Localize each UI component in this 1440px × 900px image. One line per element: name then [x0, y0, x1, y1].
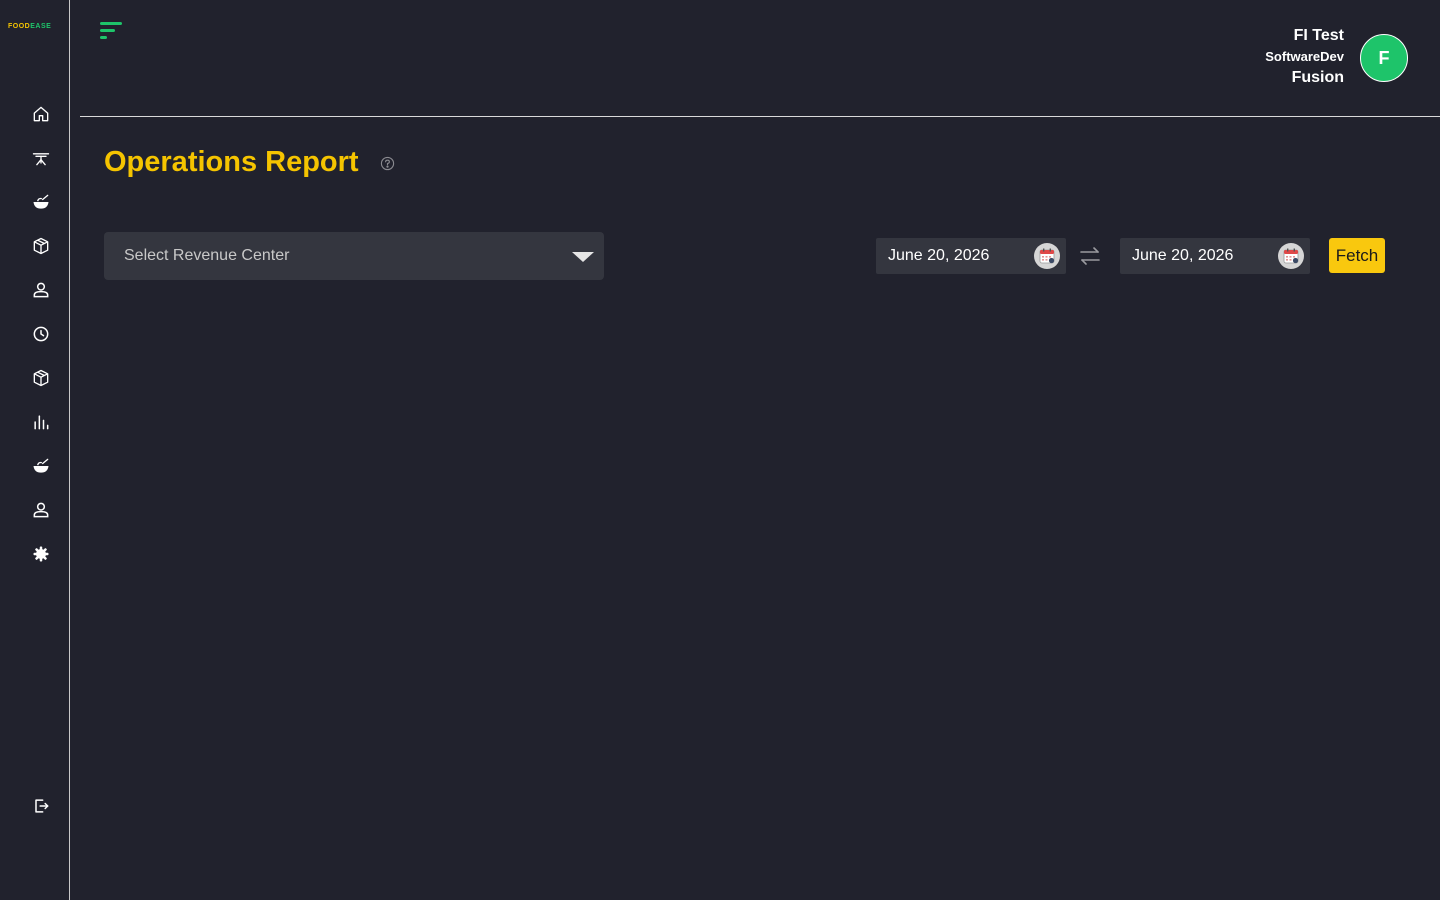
sidebar-item-menu[interactable] [28, 189, 54, 215]
user-org-line1: SoftwareDev [1265, 49, 1344, 64]
box-icon [33, 369, 49, 387]
header-divider [80, 116, 1440, 117]
sidebar-item-inventory[interactable] [28, 233, 54, 259]
date-to-value: June 20, 2026 [1132, 247, 1234, 264]
menu-toggle-icon[interactable] [98, 20, 124, 42]
sidebar: FOODEASE [0, 0, 70, 900]
fetch-button[interactable]: Fetch [1329, 238, 1385, 273]
page-title: Operations Report [104, 146, 359, 178]
app-logo[interactable]: FOODEASE [8, 23, 51, 30]
user-org-line2: Fusion [1291, 69, 1344, 86]
avatar[interactable]: F [1360, 34, 1408, 82]
food-bowl-icon [33, 194, 49, 209]
clock-icon [33, 326, 49, 342]
user-info: FI Test SoftwareDev Fusion [1265, 26, 1344, 88]
user-icon [33, 282, 49, 298]
sidebar-item-home[interactable] [28, 101, 54, 127]
logout-icon [35, 799, 49, 813]
calendar-icon[interactable] [1278, 243, 1304, 269]
box-icon [33, 237, 49, 255]
sidebar-item-tables[interactable] [28, 145, 54, 171]
sidebar-item-staff[interactable] [28, 277, 54, 303]
sidebar-item-reports[interactable] [28, 409, 54, 435]
sidebar-item-products[interactable] [28, 365, 54, 391]
gear-icon [33, 546, 49, 562]
sidebar-item-settings[interactable] [28, 541, 54, 567]
bar-chart-icon [34, 415, 49, 430]
swap-arrows-icon[interactable] [1079, 246, 1101, 266]
date-from-value: June 20, 2026 [888, 247, 990, 264]
user-icon [33, 502, 49, 518]
help-icon[interactable] [380, 156, 395, 171]
logout-button[interactable] [28, 793, 54, 819]
dining-table-icon [32, 153, 50, 166]
chevron-down-icon [572, 252, 594, 262]
home-icon [33, 106, 49, 122]
calendar-icon[interactable] [1034, 243, 1060, 269]
revenue-center-placeholder: Select Revenue Center [124, 247, 290, 264]
date-from-input[interactable]: June 20, 2026 [876, 238, 1066, 274]
food-bowl-icon [33, 458, 49, 473]
sidebar-item-history[interactable] [28, 321, 54, 347]
revenue-center-select[interactable]: Select Revenue Center [104, 232, 604, 280]
sidebar-item-users[interactable] [28, 497, 54, 523]
sidebar-item-recipes[interactable] [28, 453, 54, 479]
date-to-input[interactable]: June 20, 2026 [1120, 238, 1310, 274]
user-name: FI Test [1293, 27, 1344, 44]
